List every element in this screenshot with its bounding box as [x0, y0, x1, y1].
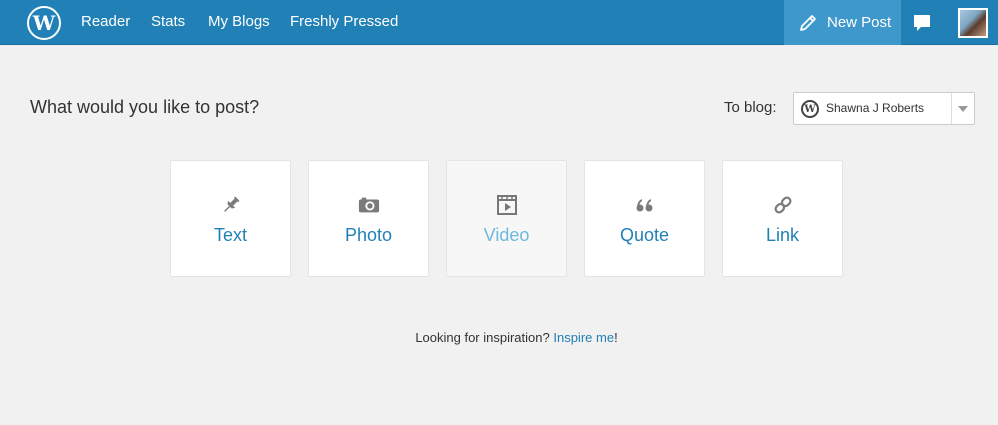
- nav-freshly-pressed[interactable]: Freshly Pressed: [290, 13, 398, 30]
- post-type-photo[interactable]: Photo: [308, 160, 429, 277]
- notifications-button[interactable]: [901, 0, 943, 45]
- select-divider: [951, 93, 952, 124]
- nav-stats[interactable]: Stats: [151, 13, 185, 30]
- camera-icon: [358, 194, 380, 216]
- post-type-link[interactable]: Link: [722, 160, 843, 277]
- nav-reader[interactable]: Reader: [81, 13, 130, 30]
- post-type-label: Text: [213, 225, 247, 245]
- quote-icon: [634, 194, 656, 216]
- speech-bubble-icon: [914, 14, 930, 31]
- wordpress-icon: W: [801, 100, 819, 118]
- post-type-video[interactable]: Video: [446, 160, 567, 277]
- post-type-label: Link: [765, 225, 800, 245]
- video-icon: [496, 194, 518, 216]
- inspire-suffix: !: [614, 330, 618, 345]
- new-post-button[interactable]: New Post: [784, 0, 901, 45]
- post-type-label: Quote: [619, 225, 670, 245]
- blog-select[interactable]: W Shawna J Roberts: [793, 92, 975, 125]
- wordpress-logo-icon[interactable]: W: [27, 6, 61, 40]
- nav-my-blogs[interactable]: My Blogs: [208, 13, 270, 30]
- link-icon: [772, 194, 794, 216]
- inspire-me-link[interactable]: Inspire me: [553, 330, 614, 345]
- to-blog-label: To blog:: [724, 99, 777, 116]
- top-bar: W Reader Stats My Blogs Freshly Pressed …: [0, 0, 998, 45]
- page-title: What would you like to post?: [30, 97, 260, 117]
- inspiration-text: Looking for inspiration?: [415, 330, 550, 345]
- post-type-text[interactable]: Text: [170, 160, 291, 277]
- post-type-label: Photo: [344, 225, 393, 245]
- selected-blog: Shawna J Roberts: [826, 101, 925, 115]
- post-type-quote[interactable]: Quote: [584, 160, 705, 277]
- chevron-down-icon: [958, 106, 968, 112]
- inspiration-line: Looking for inspiration? Inspire me!: [0, 330, 998, 345]
- pin-icon: [220, 194, 242, 216]
- post-type-label: Video: [483, 225, 530, 245]
- avatar[interactable]: [958, 8, 988, 38]
- pencil-icon: [800, 14, 816, 31]
- new-post-label: New Post: [827, 14, 892, 31]
